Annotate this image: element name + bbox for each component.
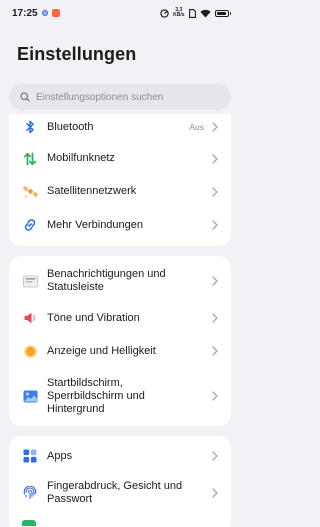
settings-item-label: Apps: [47, 449, 73, 462]
settings-item-label: Mehr Verbindungen: [47, 218, 144, 231]
settings-item-sound[interactable]: Töne und Vibration: [9, 303, 231, 333]
chevron-right-icon: [211, 313, 219, 323]
mobile-network-icon: [22, 151, 38, 167]
label-line: Passwort: [47, 493, 93, 505]
status-time: 17:25: [12, 7, 38, 19]
settings-item-apps[interactable]: Apps: [9, 442, 231, 470]
network-speed-unit: KB/s: [173, 12, 185, 18]
label-line: Statusleiste: [47, 281, 104, 293]
label-line: Hintergrund: [47, 402, 105, 415]
status-bar: 17:25 3,3 KB/s: [0, 0, 240, 26]
settings-item-label: Startbildschirm, Sperrbildschirm und Hin…: [47, 377, 197, 416]
settings-item-notifications[interactable]: Benachrichtigungen und Statusleiste: [9, 260, 231, 302]
connectivity-card: Bluetooth Aus Mobilfunknetz Satellitenne: [9, 114, 231, 246]
sound-icon: [22, 310, 38, 326]
search-bar[interactable]: [9, 84, 231, 110]
chevron-right-icon: [211, 186, 219, 197]
chevron-right-icon: [211, 220, 219, 230]
settings-item-label: Töne und Vibration: [47, 311, 140, 324]
notifications-icon: [22, 273, 38, 289]
settings-item-fingerprint-face-password[interactable]: Fingerabdruck, Gesicht und Passwort: [9, 477, 231, 509]
chevron-right-icon: [211, 153, 219, 164]
app-notification-icon: [51, 9, 60, 17]
settings-item-label: Benachrichtigungen und Statusleiste: [47, 268, 197, 294]
settings-item-label: Satellitennetzwerk: [47, 185, 137, 197]
sim-card-icon: [188, 8, 196, 18]
satellite-icon: [22, 184, 38, 200]
brightness-icon: [22, 343, 38, 359]
chevron-right-icon: [211, 122, 219, 132]
sync-notification-icon: [41, 10, 48, 16]
settings-item-label: Mobilfunknetz: [47, 152, 115, 164]
settings-item-satellite-network[interactable]: Satellitennetzwerk: [9, 175, 231, 208]
bluetooth-icon: [22, 119, 38, 135]
chevron-right-icon: [211, 346, 219, 356]
settings-item-display-brightness[interactable]: Anzeige und Helligkeit: [9, 336, 231, 366]
apps-card: Apps Fingerabdruck, Gesicht und Passwort: [9, 436, 231, 527]
chevron-right-icon: [211, 276, 219, 286]
link-icon: [22, 217, 38, 233]
settings-item-mobile-network[interactable]: Mobilfunknetz: [9, 142, 231, 175]
settings-item-more-connections[interactable]: Mehr Verbindungen: [9, 208, 231, 242]
chevron-right-icon: [211, 391, 219, 401]
label-line: Fingerabdruck, Gesicht und: [47, 480, 183, 492]
chevron-right-icon: [211, 488, 219, 498]
search-input[interactable]: [36, 91, 226, 103]
apps-icon: [22, 448, 38, 464]
status-bar-right: 3,3 KB/s: [160, 8, 231, 18]
label-line: Benachrichtigungen und: [47, 268, 166, 280]
display-card: Benachrichtigungen und Statusleiste Töne…: [9, 256, 231, 426]
settings-item-label: Anzeige und Helligkeit: [47, 344, 156, 357]
settings-item-bluetooth[interactable]: Bluetooth Aus: [9, 114, 231, 140]
label-line: Startbildschirm,: [47, 376, 123, 389]
settings-item-label: Fingerabdruck, Gesicht und Passwort: [47, 480, 197, 506]
network-speed: 3,3 KB/s: [173, 8, 184, 18]
wifi-icon: [199, 9, 211, 18]
partial-next-item-icon: [22, 520, 36, 526]
status-bar-left: 17:25: [12, 8, 60, 19]
wallpaper-icon: [22, 388, 38, 404]
fingerprint-icon: [22, 485, 38, 501]
settings-item-home-lock-wallpaper[interactable]: Startbildschirm, Sperrbildschirm und Hin…: [9, 370, 231, 422]
data-saver-icon: [160, 8, 169, 18]
bluetooth-status-value: Aus: [189, 122, 204, 132]
battery-icon: [214, 9, 231, 17]
chevron-right-icon: [211, 451, 219, 461]
page-title: Einstellungen: [17, 44, 137, 64]
settings-item-label: Bluetooth: [47, 120, 94, 133]
search-icon: [20, 92, 30, 102]
label-line: Sperrbildschirm und: [47, 389, 145, 402]
